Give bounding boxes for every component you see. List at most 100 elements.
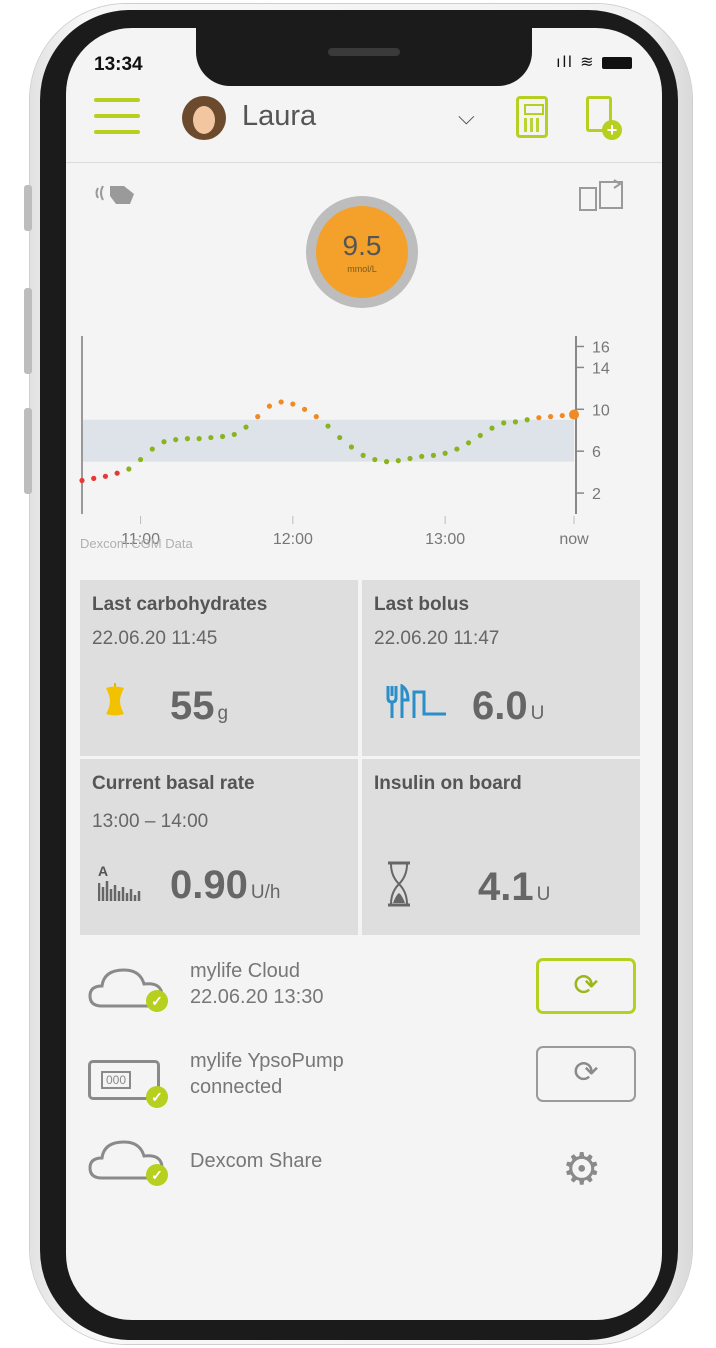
tile-datetime: 22.06.20 11:45 <box>92 628 218 649</box>
sync-button-ypsopump[interactable]: ⟳ <box>536 1046 636 1102</box>
connection-text: mylife Cloud 22.06.20 13:30 <box>190 960 324 1008</box>
status-icons: ıll ≋ <box>556 52 632 72</box>
glucose-point <box>79 477 85 484</box>
basal-rate-icon: A <box>98 863 144 903</box>
glucose-point <box>325 423 331 429</box>
phone-silent-switch <box>24 185 32 231</box>
glucose-point <box>243 424 249 430</box>
tile-last-bolus[interactable]: Last bolus 22.06.20 11:47 6.0 U <box>362 580 640 756</box>
phone-volume-down <box>24 408 32 494</box>
bolus-value: 6.0 U <box>472 684 545 728</box>
glucose-point <box>501 420 507 426</box>
glucose-point <box>114 470 120 476</box>
glucose-point <box>126 466 132 472</box>
glucose-point <box>102 473 109 479</box>
y-tick-label: 16 <box>592 339 610 356</box>
signal-icon: ıll <box>556 54 574 71</box>
tile-title: Current basal rate <box>92 773 255 794</box>
x-tick-label: 12:00 <box>273 531 313 548</box>
glucose-point <box>524 417 530 423</box>
tile-title: Insulin on board <box>374 773 522 794</box>
glucose-point <box>454 446 460 452</box>
tile-title: Last carbohydrates <box>92 594 268 615</box>
speaker <box>328 48 400 56</box>
glucose-point <box>407 455 413 462</box>
glucose-point <box>231 431 237 438</box>
phone-volume-up <box>24 288 32 374</box>
tile-current-basal-rate[interactable]: Current basal rate 13:00 – 14:00 A 0.90 U… <box>80 759 358 935</box>
cgm-transmitter-icon <box>95 185 134 204</box>
basal-value: 0.90 U/h <box>170 863 281 907</box>
glucose-reading-circle[interactable]: 9.5 mmol/L <box>306 196 418 308</box>
cgm-trend-chart: 2610141611:00 12:00 13:00 now <box>79 336 610 548</box>
data-exchange-icon[interactable] <box>578 178 626 214</box>
check-badge-icon: ✓ <box>146 1086 168 1108</box>
tile-insulin-on-board[interactable]: Insulin on board 4.1 U <box>362 759 640 935</box>
battery-icon <box>602 56 632 69</box>
glucose-point <box>255 414 261 420</box>
glucose-point <box>489 425 495 431</box>
iob-value: 4.1 U <box>478 865 551 909</box>
glucose-point <box>419 453 425 460</box>
glucose-unit: mmol/L <box>347 264 377 274</box>
check-badge-icon: ✓ <box>146 1164 168 1186</box>
hourglass-icon <box>388 861 410 907</box>
glucose-point <box>313 414 319 420</box>
glucose-point <box>266 403 273 409</box>
y-tick-label: 10 <box>592 402 610 419</box>
notch <box>196 28 532 86</box>
glucose-point <box>196 436 202 442</box>
hamburger-menu-icon[interactable] <box>94 98 140 138</box>
y-tick-label: 2 <box>592 486 601 503</box>
gear-icon[interactable]: ⚙ <box>562 1144 601 1195</box>
glucose-point <box>547 414 554 420</box>
glucose-point <box>337 434 343 441</box>
bolus-calculator-icon[interactable] <box>516 96 548 138</box>
check-badge-icon: ✓ <box>146 990 168 1012</box>
glucose-point <box>208 434 214 441</box>
glucose-point <box>430 452 437 458</box>
glucose-point <box>184 436 191 442</box>
user-avatar[interactable] <box>182 96 226 140</box>
wifi-icon: ≋ <box>580 54 596 71</box>
chevron-down-icon[interactable]: ⌵ <box>458 104 475 130</box>
add-log-entry-icon[interactable]: + <box>586 96 622 140</box>
glucose-point <box>559 412 565 419</box>
glucose-point <box>161 439 167 445</box>
connection-text: Dexcom Share <box>190 1150 323 1172</box>
glucose-point <box>465 440 472 446</box>
carbs-value: 55 g <box>170 684 229 728</box>
sync-icon: ⟳ <box>573 969 599 1002</box>
connection-row-mylife-cloud: ✓ mylife Cloud 22.06.20 13:30 ⟳ <box>86 958 656 1028</box>
glucose-value: 9.5 <box>342 230 382 261</box>
glucose-point <box>149 446 155 452</box>
glucose-point <box>395 458 401 464</box>
glucose-point <box>536 415 542 421</box>
x-tick-label: now <box>559 531 589 548</box>
user-name[interactable]: Laura <box>242 100 316 133</box>
tile-datetime: 22.06.20 11:47 <box>374 628 500 649</box>
tile-period: 13:00 – 14:00 <box>92 811 209 832</box>
apple-core-icon <box>106 683 124 716</box>
current-glucose-point <box>569 409 579 420</box>
glucose-point <box>477 432 483 439</box>
glucose-point <box>173 437 179 443</box>
glucose-point <box>290 401 296 407</box>
meal-bolus-icon <box>386 684 446 718</box>
glucose-point <box>301 406 308 412</box>
connection-row-ypsopump: 000 ✓ mylife YpsoPump connected ⟳ <box>86 1046 656 1118</box>
app-header: Laura ⌵ + <box>66 90 662 163</box>
y-tick-label: 6 <box>592 444 601 461</box>
glucose-point <box>512 419 519 425</box>
sync-icon: ⟳ <box>573 1056 599 1089</box>
glucose-point <box>442 450 448 456</box>
glucose-point <box>383 459 390 465</box>
chart-source-label: Dexcom CGM Data <box>80 536 193 551</box>
tile-last-carbohydrates[interactable]: Last carbohydrates 22.06.20 11:45 55 g <box>80 580 358 756</box>
glucose-point <box>91 475 97 481</box>
glucose-point <box>372 456 378 463</box>
status-time: 13:34 <box>94 54 143 75</box>
sync-button-mylife-cloud[interactable]: ⟳ <box>536 958 636 1014</box>
glucose-point <box>278 399 284 405</box>
glucose-point <box>360 452 366 458</box>
